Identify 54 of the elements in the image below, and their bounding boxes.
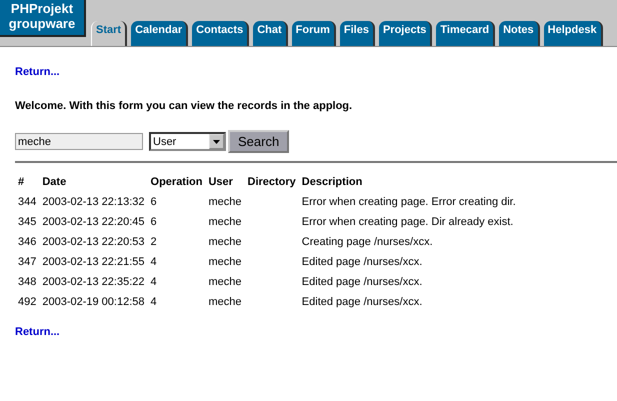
table-cell-text: 4 — [150, 255, 158, 270]
table-cell-text: 2003-02-13 22:21:55 — [41, 255, 146, 270]
table-cell-text: 2003-02-13 22:35:22 — [41, 275, 146, 290]
table-cell-text: Error when creating page. Error creating dir. — [300, 195, 517, 210]
column-header: Directory — [246, 175, 297, 190]
intro-text: Welcome. With this form you can view the records in the applog. — [15, 100, 354, 112]
table-cell-text: 6 — [150, 195, 158, 210]
table-cell-text: Error when creating page. Dir already exist. — [300, 215, 514, 230]
nav-tab[interactable]: Timecard — [436, 21, 496, 46]
nav-tab[interactable]: Forum — [292, 21, 336, 46]
column-header: Date — [41, 175, 68, 190]
table-cell-text: meche — [207, 275, 242, 290]
nav-tab[interactable]: Projects — [378, 21, 432, 46]
table-cell-text: 4 — [150, 275, 158, 290]
table-cell-text: 2003-02-19 00:12:58 — [41, 295, 146, 310]
table-cell-text: meche — [207, 295, 242, 310]
field-dropdown[interactable]: User — [149, 132, 226, 151]
return-link[interactable]: Return... — [15, 326, 60, 338]
nav-tab[interactable]: Calendar — [131, 21, 188, 46]
nav-tab[interactable]: Chat — [253, 21, 288, 46]
nav-tab[interactable]: Contacts — [192, 21, 250, 46]
table-cell-text: 6 — [150, 215, 158, 230]
table-cell-text: meche — [207, 195, 242, 210]
search-field[interactable]: meche — [15, 133, 143, 150]
search-button[interactable]: Search — [228, 130, 290, 153]
nav-tab[interactable]: Start — [91, 21, 128, 46]
table-cell-text: 2003-02-13 22:20:53 — [41, 235, 146, 250]
table-cell-text: 4 — [150, 295, 158, 310]
table-cell-text: meche — [207, 235, 242, 250]
caret-icon — [213, 140, 220, 144]
nav-tab[interactable]: Files — [340, 21, 375, 46]
table-cell-text: 344 — [17, 195, 38, 210]
table-cell-text: 492 — [17, 295, 38, 310]
nav-tab[interactable]: Helpdesk — [544, 21, 603, 46]
table-cell-text: meche — [207, 215, 242, 230]
table-cell-text: 2 — [150, 235, 158, 250]
table-cell-text: Edited page /nurses/xcx. — [300, 295, 424, 310]
column-header: Description — [300, 175, 364, 190]
logo: PHProjekt groupware — [0, 0, 86, 37]
column-header: # — [17, 175, 26, 190]
table-cell-text: 346 — [17, 235, 38, 250]
table-cell-text: 2003-02-13 22:20:45 — [41, 215, 146, 230]
column-header: Operation — [150, 175, 204, 190]
table-cell-text: 347 — [17, 255, 38, 270]
table-cell-text: meche — [207, 255, 242, 270]
table-cell-text: Creating page /nurses/xcx. — [300, 235, 434, 250]
table-cell-text: Edited page /nurses/xcx. — [300, 255, 424, 270]
table-cell-text: Edited page /nurses/xcx. — [300, 275, 424, 290]
table-cell-text: 345 — [17, 215, 38, 230]
nav-tab[interactable]: Notes — [499, 21, 540, 46]
table-cell-text: 2003-02-13 22:13:32 — [41, 195, 146, 210]
return-link[interactable]: Return... — [15, 66, 60, 78]
table-cell-text: 348 — [17, 275, 38, 290]
column-header: User — [207, 175, 234, 190]
